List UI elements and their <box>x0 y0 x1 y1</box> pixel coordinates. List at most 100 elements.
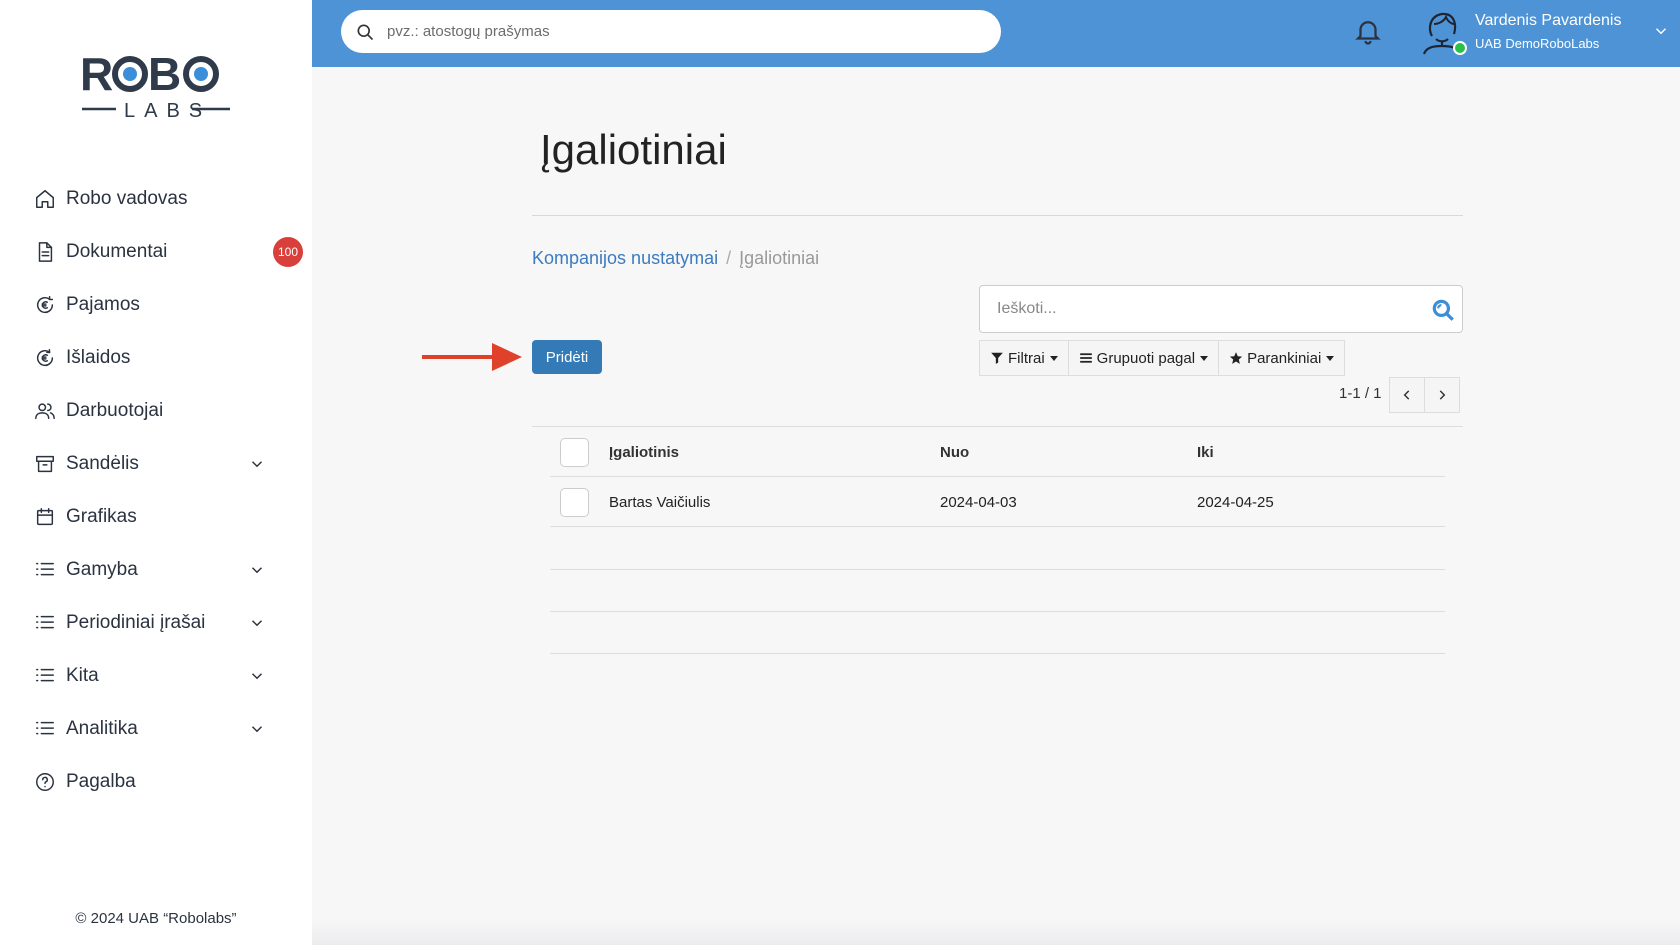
pager-next-button[interactable] <box>1424 377 1460 413</box>
red-arrow-annotation <box>422 343 522 371</box>
sidebar-item-islaidos[interactable]: Išlaidos <box>0 331 312 384</box>
column-header-igaliotinis[interactable]: Įgaliotinis <box>609 444 679 461</box>
bars-icon <box>1079 353 1092 363</box>
user-name[interactable]: Vardenis Pavardenis <box>1475 12 1621 30</box>
users-icon <box>34 400 56 422</box>
chevron-down-icon[interactable] <box>248 614 266 632</box>
caret-down-icon <box>1200 355 1209 361</box>
breadcrumb-separator: / <box>726 248 732 268</box>
sidebar-item-label: Grafikas <box>66 505 137 527</box>
group-by-label: Grupuoti pagal <box>1096 349 1196 367</box>
chevron-down-icon[interactable] <box>248 561 266 579</box>
select-all-checkbox[interactable] <box>560 438 589 467</box>
sidebar-item-label: Robo vadovas <box>66 187 188 209</box>
sidebar-item-label: Gamyba <box>66 558 138 580</box>
chevron-down-icon[interactable] <box>248 720 266 738</box>
online-status-dot <box>1453 41 1467 55</box>
favorites-dropdown[interactable]: Parankiniai <box>1218 340 1346 376</box>
document-icon <box>34 241 56 263</box>
list-icon <box>34 718 56 740</box>
global-search[interactable] <box>341 10 1001 53</box>
pager-counter[interactable]: 1-1 / 1 <box>1339 385 1382 402</box>
chevron-right-icon <box>1439 390 1446 400</box>
svg-text:B: B <box>148 48 181 100</box>
list-icon <box>34 559 56 581</box>
chevron-down-icon[interactable] <box>248 455 266 473</box>
documents-count-badge: 100 <box>273 236 303 267</box>
filters-label: Filtrai <box>1008 349 1045 367</box>
empty-table-row <box>550 612 1445 654</box>
filters-dropdown[interactable]: Filtrai <box>979 340 1069 376</box>
empty-table-row <box>550 570 1445 612</box>
top-bar: Vardenis Pavardenis UAB DemoRoboLabs <box>312 0 1680 67</box>
add-button[interactable]: Pridėti <box>532 340 602 374</box>
notifications-bell-icon[interactable] <box>1353 16 1383 46</box>
search-icon <box>357 24 374 40</box>
sidebar-item-dokumentai[interactable]: Dokumentai 100 <box>0 225 312 278</box>
star-icon <box>1229 352 1243 364</box>
sidebar-item-pajamos[interactable]: Pajamos <box>0 278 312 331</box>
sidebar-item-grafikas[interactable]: Grafikas <box>0 490 312 543</box>
list-search-input[interactable] <box>980 300 1410 318</box>
robolabs-logo[interactable]: R B LABS <box>78 44 238 124</box>
sidebar-nav: Robo vadovas Dokumentai 100 Pajamos Išla… <box>0 172 312 808</box>
breadcrumb-parent-link[interactable]: Kompanijos nustatymai <box>532 248 718 269</box>
table-row[interactable]: Bartas Vaičiulis 2024-04-03 2024-04-25 <box>550 477 1445 527</box>
sidebar-item-robo-vadovas[interactable]: Robo vadovas <box>0 172 312 225</box>
cell-name: Bartas Vaičiulis <box>609 494 711 511</box>
sidebar-item-label: Periodiniai įrašai <box>66 611 206 633</box>
sidebar: R B LABS Robo vadovas Dokumentai 100 Paj… <box>0 0 312 945</box>
sidebar-item-periodiniai-irasai[interactable]: Periodiniai įrašai <box>0 596 312 649</box>
sidebar-item-gamyba[interactable]: Gamyba <box>0 543 312 596</box>
column-header-iki[interactable]: Iki <box>1197 444 1214 461</box>
sidebar-item-label: Išlaidos <box>66 346 131 368</box>
chevron-down-icon[interactable] <box>248 667 266 685</box>
page-title: Įgaliotiniai <box>540 126 727 173</box>
global-search-input[interactable] <box>387 23 947 40</box>
cell-from-date: 2024-04-03 <box>940 494 1017 511</box>
favorites-label: Parankiniai <box>1247 349 1322 367</box>
sidebar-item-label: Pagalba <box>66 770 136 792</box>
list-search[interactable] <box>979 285 1463 333</box>
sidebar-item-label: Dokumentai <box>66 240 168 262</box>
empty-table-row <box>550 527 1445 570</box>
archive-icon <box>34 453 56 475</box>
breadcrumb-current: Įgaliotiniai <box>739 248 820 268</box>
search-icon[interactable] <box>1430 297 1456 323</box>
copyright: © 2024 UAB “Robolabs” <box>75 910 237 927</box>
cell-to-date: 2024-04-25 <box>1197 494 1274 511</box>
sidebar-item-sandelis[interactable]: Sandėlis <box>0 437 312 490</box>
table-header-row: Įgaliotinis Nuo Iki <box>550 427 1445 477</box>
sidebar-item-label: Darbuotojai <box>66 399 164 421</box>
column-header-nuo[interactable]: Nuo <box>940 444 969 461</box>
filter-toolbar: Filtrai Grupuoti pagal Parankiniai <box>979 340 1346 376</box>
breadcrumb: Kompanijos nustatymai / Įgaliotiniai <box>532 248 819 269</box>
caret-down-icon <box>1049 355 1058 361</box>
svg-text:R: R <box>80 48 113 100</box>
home-icon <box>34 188 56 210</box>
svg-text:LABS: LABS <box>124 100 211 122</box>
pager <box>1389 377 1460 413</box>
sidebar-item-analitika[interactable]: Analitika <box>0 702 312 755</box>
filter-icon <box>991 352 1003 364</box>
sidebar-item-pagalba[interactable]: Pagalba <box>0 755 312 808</box>
list-icon <box>34 612 56 634</box>
sidebar-item-kita[interactable]: Kita <box>0 649 312 702</box>
sidebar-item-label: Pajamos <box>66 293 140 315</box>
chevron-down-icon[interactable] <box>1652 22 1670 40</box>
pager-previous-button[interactable] <box>1389 377 1425 413</box>
divider <box>532 215 1463 216</box>
calendar-icon <box>34 506 56 528</box>
sidebar-item-label: Analitika <box>66 717 138 739</box>
caret-down-icon <box>1326 355 1335 361</box>
group-by-dropdown[interactable]: Grupuoti pagal <box>1067 340 1220 376</box>
list-icon <box>34 665 56 687</box>
euro-expense-icon <box>34 347 56 369</box>
user-company: UAB DemoRoboLabs <box>1475 36 1600 51</box>
sidebar-item-darbuotojai[interactable]: Darbuotojai <box>0 384 312 437</box>
chevron-left-icon <box>1403 390 1410 400</box>
euro-income-icon <box>34 294 56 316</box>
row-checkbox[interactable] <box>560 488 589 517</box>
sidebar-item-label: Kita <box>66 664 99 686</box>
bottom-edge <box>312 920 1680 945</box>
